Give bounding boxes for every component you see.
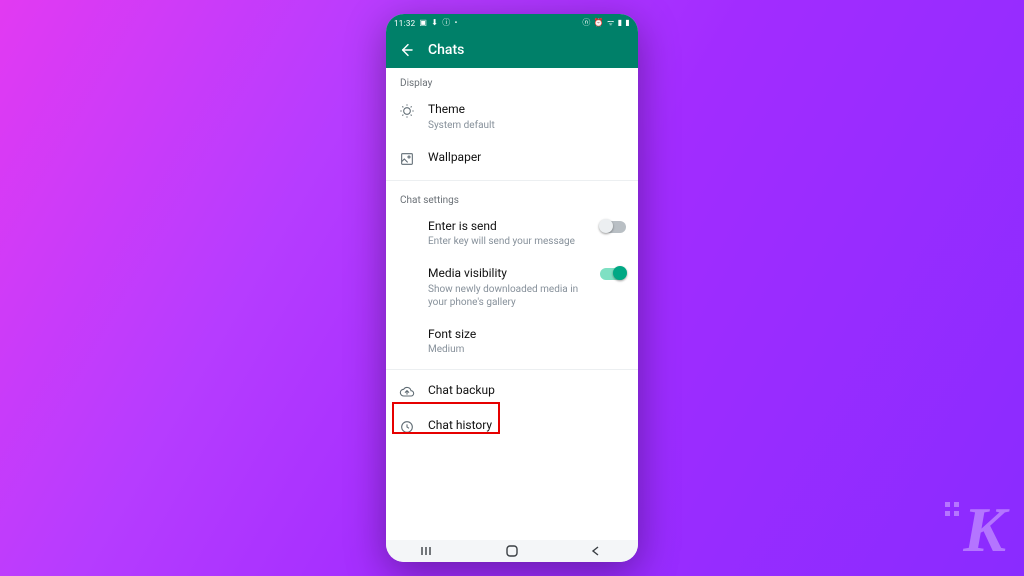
status-time: 11:32: [394, 19, 415, 28]
row-subtitle: System default: [428, 119, 626, 132]
toggle-enter-is-send[interactable]: [600, 221, 626, 233]
status-nfc-icon: ⓝ: [582, 19, 590, 27]
nav-recents-button[interactable]: [398, 545, 458, 557]
row-subtitle: Show newly downloaded media in your phon…: [428, 283, 588, 309]
row-title: Media visibility: [428, 266, 588, 282]
row-subtitle: Enter key will send your message: [428, 235, 588, 248]
section-header-chat-settings: Chat settings: [386, 185, 638, 210]
row-font-size[interactable]: Font size Medium: [386, 318, 638, 366]
status-notif-icon: ▣: [419, 19, 427, 27]
cloud-upload-icon: [398, 383, 416, 400]
row-wallpaper[interactable]: Wallpaper: [386, 141, 638, 176]
status-notif-icon: ⬇: [431, 19, 438, 27]
row-title: Wallpaper: [428, 150, 626, 166]
row-enter-is-send[interactable]: Enter is send Enter key will send your m…: [386, 210, 638, 258]
history-icon: [398, 418, 416, 435]
row-chat-backup[interactable]: Chat backup: [386, 374, 638, 409]
divider: [386, 369, 638, 370]
row-chat-history[interactable]: Chat history: [386, 409, 638, 444]
row-theme[interactable]: Theme System default: [386, 93, 638, 141]
divider: [386, 180, 638, 181]
row-title: Font size: [428, 327, 626, 343]
status-bar: 11:32 ▣ ⬇ ⓘ • ⓝ ⏰ ᯤ ▮ ▮: [386, 14, 638, 32]
wallpaper-icon: [398, 150, 416, 167]
status-wifi-icon: ᯤ: [607, 19, 615, 27]
app-bar: Chats: [386, 32, 638, 68]
watermark-logo: K: [963, 498, 1006, 562]
row-title: Theme: [428, 102, 626, 118]
back-icon[interactable]: [398, 42, 414, 58]
status-notif-icon: ⓘ: [442, 19, 450, 27]
theme-icon: [398, 102, 416, 119]
nav-back-button[interactable]: [566, 545, 626, 557]
row-title: Chat history: [428, 418, 626, 434]
status-battery-icon: ▮: [625, 19, 630, 27]
row-title: Enter is send: [428, 219, 588, 235]
status-signal-icon: ▮: [618, 19, 623, 27]
row-title: Chat backup: [428, 383, 626, 399]
android-nav-bar: [386, 540, 638, 562]
phone-frame: 11:32 ▣ ⬇ ⓘ • ⓝ ⏰ ᯤ ▮ ▮ Chats Display Th…: [386, 14, 638, 562]
toggle-media-visibility[interactable]: [600, 268, 626, 280]
content-area: Display Theme System default Wallpaper C…: [386, 68, 638, 540]
row-subtitle: Medium: [428, 343, 626, 356]
status-notif-dot: •: [455, 19, 458, 27]
page-title: Chats: [428, 42, 464, 58]
section-header-display: Display: [386, 68, 638, 93]
row-media-visibility[interactable]: Media visibility Show newly downloaded m…: [386, 257, 638, 318]
status-alarm-icon: ⏰: [594, 19, 604, 27]
nav-home-button[interactable]: [482, 544, 542, 558]
